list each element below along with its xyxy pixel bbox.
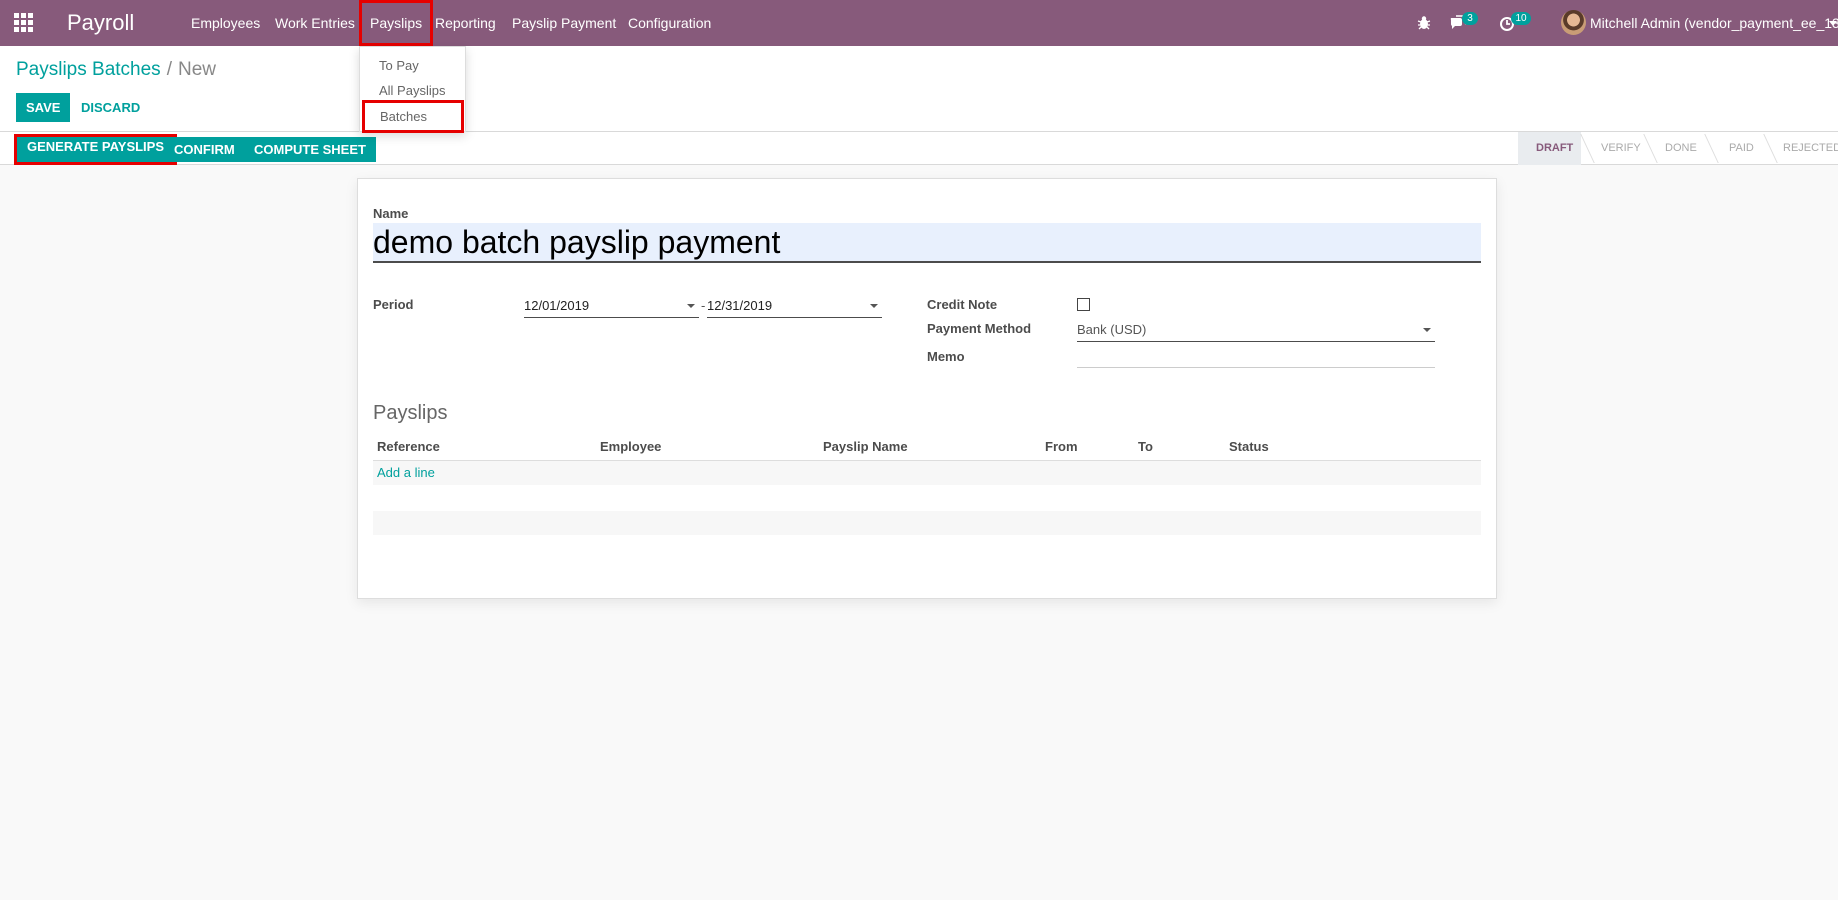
table-row xyxy=(373,461,1481,485)
breadcrumb-separator: / xyxy=(166,59,172,80)
column-header-reference[interactable]: Reference xyxy=(377,439,440,454)
activities-count-badge: 10 xyxy=(1511,12,1531,25)
messages-count-badge: 3 xyxy=(1462,12,1478,25)
name-input[interactable]: demo batch payslip payment xyxy=(373,223,1481,263)
breadcrumb: Payslips Batches / New xyxy=(16,59,216,81)
add-a-line-link[interactable]: Add a line xyxy=(377,465,435,480)
user-menu-caret-icon[interactable] xyxy=(1829,21,1837,26)
period-separator: - xyxy=(701,298,706,313)
select-dropdown-caret-icon xyxy=(1423,328,1431,332)
form-statusbar: GENERATE PAYSLIPS CONFIRM COMPUTE SHEET … xyxy=(0,132,1838,165)
column-header-from[interactable]: From xyxy=(1045,439,1078,454)
apps-menu-icon[interactable] xyxy=(14,13,34,33)
period-start-value: 12/01/2019 xyxy=(524,298,590,313)
memo-label: Memo xyxy=(927,349,965,364)
debug-bug-icon[interactable] xyxy=(1416,13,1432,33)
column-header-status[interactable]: Status xyxy=(1229,439,1269,454)
payment-method-value: Bank (USD) xyxy=(1077,322,1147,337)
menu-employees[interactable]: Employees xyxy=(191,0,260,46)
control-panel: Payslips Batches / New SAVE DISCARD xyxy=(0,46,1838,132)
memo-input[interactable] xyxy=(1077,346,1435,368)
breadcrumb-parent-link[interactable]: Payslips Batches xyxy=(16,59,161,80)
user-menu[interactable]: Mitchell Admin (vendor_payment_ee_13) xyxy=(1590,0,1838,46)
menu-payslip-payment[interactable]: Payslip Payment xyxy=(512,0,616,46)
payslips-section-title: Payslips xyxy=(373,402,448,424)
date-dropdown-caret-icon xyxy=(687,304,695,308)
column-header-to[interactable]: To xyxy=(1138,439,1153,454)
period-start-date-input[interactable]: 12/01/2019 xyxy=(524,296,699,318)
table-row xyxy=(373,511,1481,535)
save-button[interactable]: SAVE xyxy=(16,93,71,122)
period-end-value: 12/31/2019 xyxy=(707,298,773,313)
column-header-payslip-name[interactable]: Payslip Name xyxy=(823,439,908,454)
user-avatar[interactable] xyxy=(1561,10,1586,35)
menu-reporting[interactable]: Reporting xyxy=(435,0,496,46)
credit-note-checkbox[interactable] xyxy=(1077,298,1090,311)
compute-sheet-button[interactable]: COMPUTE SHEET xyxy=(244,137,376,162)
generate-payslips-button[interactable]: GENERATE PAYSLIPS xyxy=(14,134,178,165)
payment-method-select[interactable]: Bank (USD) xyxy=(1077,320,1435,342)
credit-note-label: Credit Note xyxy=(927,297,998,312)
menu-payslips[interactable]: Payslips xyxy=(359,0,434,46)
discard-button[interactable]: DISCARD xyxy=(81,93,140,122)
menu-configuration[interactable]: Configuration xyxy=(628,0,711,46)
name-label: Name xyxy=(373,206,409,221)
confirm-button[interactable]: CONFIRM xyxy=(164,137,245,162)
dropdown-item-to-pay[interactable]: To Pay xyxy=(379,58,419,73)
app-brand[interactable]: Payroll xyxy=(67,10,134,36)
payslips-dropdown-menu: To Pay All Payslips Batches xyxy=(359,46,466,133)
breadcrumb-current: New xyxy=(177,59,216,80)
date-dropdown-caret-icon xyxy=(870,304,878,308)
dropdown-item-all-payslips[interactable]: All Payslips xyxy=(379,83,445,98)
top-navbar: Payroll Employees Work Entries Payslips … xyxy=(0,0,1838,46)
period-end-date-input[interactable]: 12/31/2019 xyxy=(707,296,882,318)
form-sheet: Name demo batch payslip payment Period 1… xyxy=(357,178,1497,599)
period-label: Period xyxy=(373,297,414,312)
dropdown-item-batches[interactable]: Batches xyxy=(362,100,464,133)
menu-work-entries[interactable]: Work Entries xyxy=(275,0,355,46)
column-header-employee[interactable]: Employee xyxy=(600,439,661,454)
payment-method-label: Payment Method xyxy=(927,321,1032,336)
